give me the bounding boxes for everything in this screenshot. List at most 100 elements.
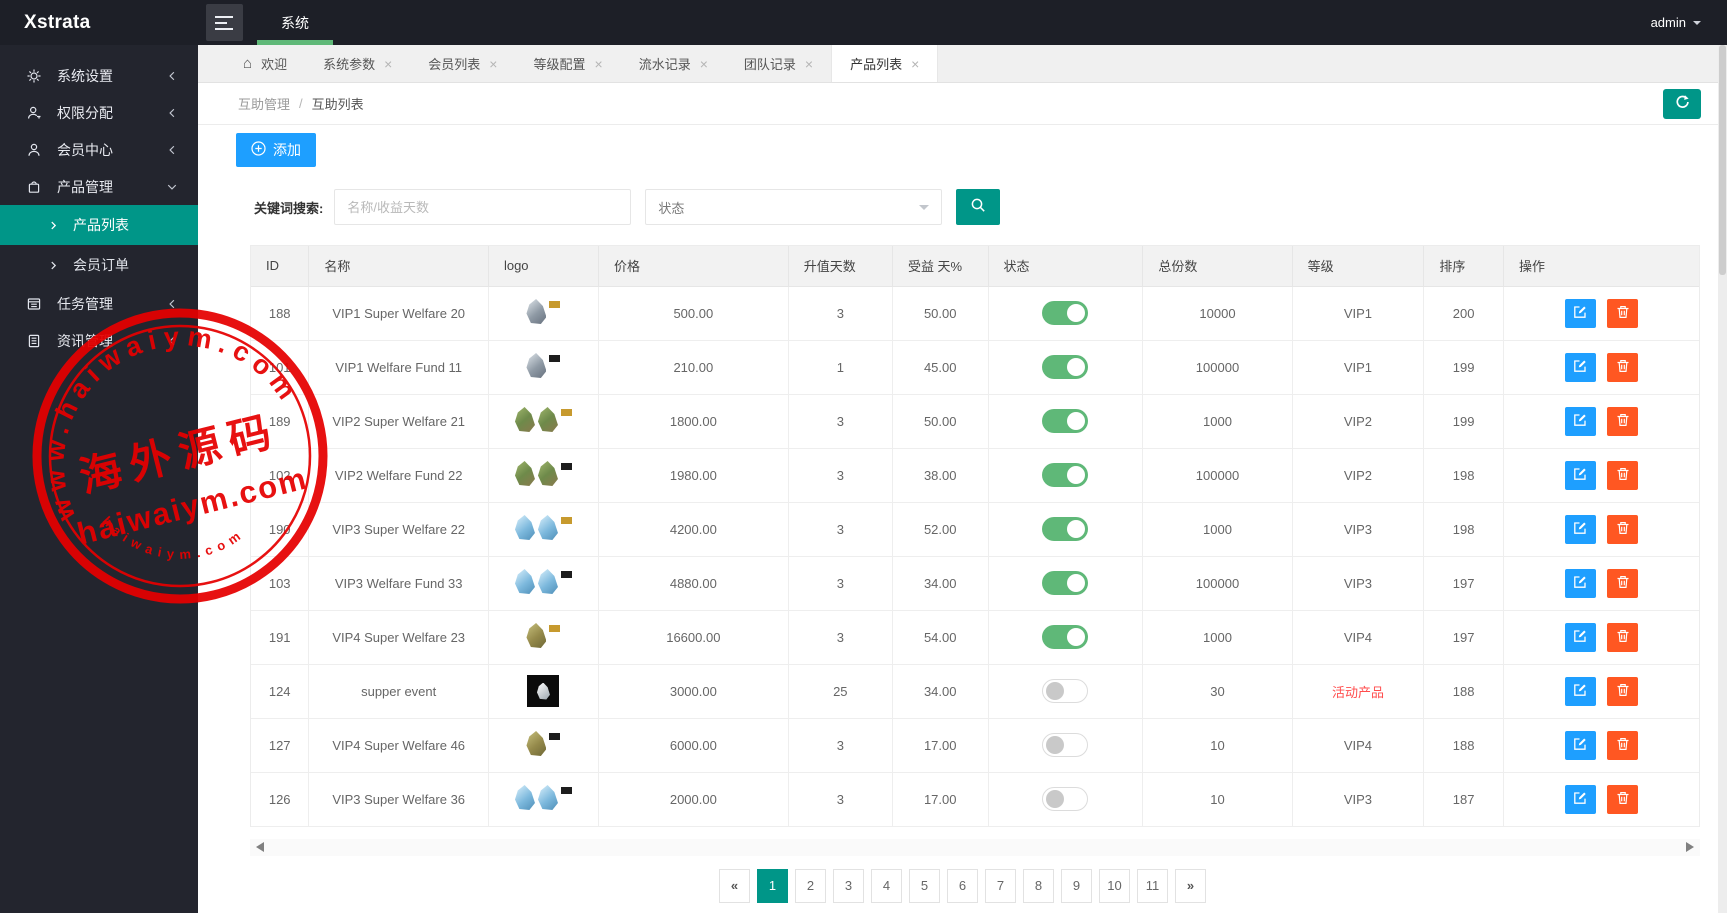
close-icon[interactable]: × bbox=[384, 56, 392, 72]
delete-button[interactable] bbox=[1607, 676, 1639, 706]
close-icon[interactable]: × bbox=[700, 56, 708, 72]
cell-days: 1 bbox=[788, 340, 893, 395]
edit-button[interactable] bbox=[1564, 352, 1596, 382]
edit-button[interactable] bbox=[1564, 298, 1596, 328]
delete-button[interactable] bbox=[1607, 784, 1639, 814]
sidebar-subitem[interactable]: 会员订单 bbox=[0, 245, 198, 285]
status-toggle[interactable] bbox=[1042, 463, 1089, 487]
status-toggle[interactable] bbox=[1042, 733, 1089, 757]
sidebar-item[interactable]: 权限分配 bbox=[0, 94, 198, 131]
cell-total: 1000 bbox=[1142, 610, 1293, 665]
refresh-button[interactable] bbox=[1663, 88, 1701, 119]
edit-button[interactable] bbox=[1564, 730, 1596, 760]
sidebar-item[interactable]: 产品管理 bbox=[0, 168, 198, 205]
tab[interactable]: ⌂ 流水记录 × bbox=[621, 45, 726, 82]
column-header: 受益 天% bbox=[892, 246, 989, 287]
close-icon[interactable]: × bbox=[911, 56, 919, 72]
cell-level: VIP4 bbox=[1292, 610, 1425, 665]
page-button[interactable]: 9 bbox=[1061, 868, 1092, 903]
edit-icon bbox=[1572, 412, 1588, 431]
status-toggle[interactable] bbox=[1042, 571, 1089, 595]
tab[interactable]: ⌂ 会员列表 × bbox=[410, 45, 515, 82]
cell-actions bbox=[1503, 448, 1699, 503]
tab[interactable]: ⌂ 团队记录 × bbox=[726, 45, 831, 82]
close-icon[interactable]: × bbox=[489, 56, 497, 72]
page-next-button[interactable]: » bbox=[1175, 868, 1206, 903]
delete-button[interactable] bbox=[1607, 298, 1639, 328]
sidebar-toggle-button[interactable] bbox=[206, 4, 243, 41]
sidebar-item[interactable]: 资讯管理 bbox=[0, 322, 198, 359]
cell-id: 101 bbox=[251, 340, 310, 395]
status-toggle[interactable] bbox=[1042, 787, 1089, 811]
close-icon[interactable]: × bbox=[805, 56, 813, 72]
page-button[interactable]: 11 bbox=[1137, 868, 1168, 903]
page-prev-button[interactable]: « bbox=[719, 868, 750, 903]
status-select[interactable]: 状态 bbox=[645, 189, 943, 225]
home-icon: ⌂ bbox=[243, 55, 253, 72]
sidebar-subitem[interactable]: 产品列表 bbox=[0, 205, 198, 245]
edit-button[interactable] bbox=[1564, 568, 1596, 598]
status-toggle[interactable] bbox=[1042, 625, 1089, 649]
scroll-left-icon[interactable] bbox=[251, 842, 264, 852]
edit-button[interactable] bbox=[1564, 514, 1596, 544]
table-row: 188 VIP1 Super Welfare 20 500.00 3 50.00… bbox=[251, 286, 1699, 341]
delete-button[interactable] bbox=[1607, 622, 1639, 652]
user-menu[interactable]: admin bbox=[1651, 15, 1727, 30]
tab[interactable]: ⌂ 欢迎 × bbox=[225, 45, 305, 82]
breadcrumb-parent[interactable]: 互助管理 bbox=[238, 94, 290, 113]
status-toggle[interactable] bbox=[1042, 301, 1089, 325]
cell-status bbox=[988, 448, 1144, 503]
logo-badge bbox=[560, 409, 572, 416]
page-button[interactable]: 6 bbox=[947, 868, 978, 903]
page-button[interactable]: 5 bbox=[909, 868, 940, 903]
page-button[interactable]: 2 bbox=[795, 868, 826, 903]
cell-price: 1980.00 bbox=[598, 448, 789, 503]
keyword-input[interactable] bbox=[334, 189, 632, 225]
status-toggle[interactable] bbox=[1042, 517, 1089, 541]
edit-button[interactable] bbox=[1564, 460, 1596, 490]
page-button[interactable]: 1 bbox=[757, 868, 788, 903]
page-button[interactable]: 7 bbox=[985, 868, 1016, 903]
product-icon bbox=[26, 179, 42, 195]
tab-label: 产品列表 bbox=[850, 57, 903, 72]
sidebar-item-label: 资讯管理 bbox=[57, 332, 113, 349]
cell-name: VIP4 Super Welfare 46 bbox=[308, 718, 489, 773]
sidebar-item-label: 任务管理 bbox=[57, 295, 113, 312]
delete-button[interactable] bbox=[1607, 352, 1639, 382]
sidebar-item[interactable]: 会员中心 bbox=[0, 131, 198, 168]
edit-button[interactable] bbox=[1564, 622, 1596, 652]
sidebar-item[interactable]: 任务管理 bbox=[0, 285, 198, 322]
delete-button[interactable] bbox=[1607, 406, 1639, 436]
edit-button[interactable] bbox=[1564, 676, 1596, 706]
search-icon bbox=[970, 197, 987, 217]
scrollbar-thumb[interactable] bbox=[1719, 45, 1726, 275]
delete-button[interactable] bbox=[1607, 568, 1639, 598]
cell-level: VIP2 bbox=[1292, 394, 1425, 449]
page-button[interactable]: 8 bbox=[1023, 868, 1054, 903]
tab[interactable]: ⌂ 产品列表 × bbox=[831, 45, 939, 82]
status-toggle[interactable] bbox=[1042, 679, 1089, 703]
tab[interactable]: ⌂ 等级配置 × bbox=[515, 45, 620, 82]
page-button[interactable]: 10 bbox=[1099, 868, 1130, 903]
page-button[interactable]: 3 bbox=[833, 868, 864, 903]
tab[interactable]: ⌂ 系统参数 × bbox=[305, 45, 410, 82]
scroll-right-icon[interactable] bbox=[1686, 842, 1699, 852]
cell-status bbox=[988, 394, 1144, 449]
page-button[interactable]: 4 bbox=[871, 868, 902, 903]
delete-button[interactable] bbox=[1607, 514, 1639, 544]
refresh-icon bbox=[1674, 94, 1690, 113]
close-icon[interactable]: × bbox=[595, 56, 603, 72]
nav-item-system[interactable]: 系统 bbox=[257, 0, 333, 45]
sidebar-item[interactable]: 系统设置 bbox=[0, 57, 198, 94]
edit-button[interactable] bbox=[1564, 784, 1596, 814]
edit-icon bbox=[1572, 574, 1588, 593]
horizontal-scrollbar[interactable] bbox=[250, 838, 1700, 856]
status-toggle[interactable] bbox=[1042, 355, 1089, 379]
vertical-scrollbar[interactable] bbox=[1718, 45, 1727, 913]
edit-button[interactable] bbox=[1564, 406, 1596, 436]
delete-button[interactable] bbox=[1607, 460, 1639, 490]
search-button[interactable] bbox=[956, 189, 1001, 225]
add-button[interactable]: 添加 bbox=[236, 133, 316, 167]
status-toggle[interactable] bbox=[1042, 409, 1089, 433]
delete-button[interactable] bbox=[1607, 730, 1639, 760]
